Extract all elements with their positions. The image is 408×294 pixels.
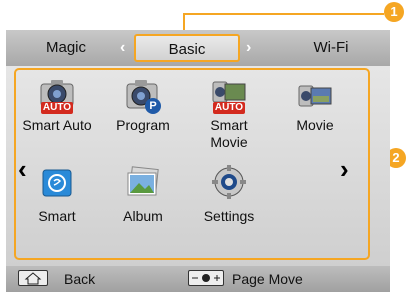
mode-grid-area: ‹ › AUTO Smart Auto P Program AUTO Smart…: [6, 66, 390, 266]
program-badge: P: [149, 100, 157, 112]
tab-next-icon[interactable]: ›: [246, 30, 251, 66]
mode-label: Smart Auto: [22, 117, 92, 133]
auto-badge: AUTO: [42, 102, 72, 113]
zoom-dial-icon[interactable]: [188, 270, 224, 286]
mode-program[interactable]: P Program: [98, 78, 188, 134]
album-icon: [125, 164, 161, 200]
camera-program-icon: P: [125, 78, 161, 114]
mode-settings[interactable]: Settings: [184, 164, 274, 225]
settings-gear-icon: [211, 164, 247, 200]
mode-label: Smart Movie: [210, 117, 248, 150]
mode-label: Smart: [38, 208, 76, 224]
next-page-icon[interactable]: ›: [340, 154, 349, 185]
mode-tab-bar: Magic ‹ Basic › Wi-Fi: [6, 30, 390, 66]
camera-screen: Magic ‹ Basic › Wi-Fi ‹ › AUTO Smart Aut…: [6, 30, 390, 292]
mode-album[interactable]: Album: [98, 164, 188, 225]
smart-scene-icon: [39, 164, 75, 200]
auto-badge: AUTO: [214, 102, 244, 113]
mode-smart[interactable]: Smart: [12, 164, 102, 225]
bottom-bar: Back Page Move: [6, 266, 390, 292]
tab-basic[interactable]: Basic: [134, 34, 240, 62]
camera-auto-icon: AUTO: [39, 78, 75, 114]
mode-smart-auto[interactable]: AUTO Smart Auto: [12, 78, 102, 134]
mode-label: Settings: [203, 208, 255, 224]
tab-magic[interactable]: Magic: [16, 30, 116, 66]
mode-smart-movie[interactable]: AUTO Smart Movie: [184, 78, 274, 151]
mode-label: Movie: [296, 117, 334, 133]
movie-auto-icon: AUTO: [211, 78, 247, 114]
page-move-label: Page Move: [232, 271, 303, 287]
mode-label: Album: [123, 208, 163, 224]
home-key-icon[interactable]: [18, 270, 48, 286]
tab-prev-icon[interactable]: ‹: [120, 30, 125, 66]
mode-movie[interactable]: Movie: [270, 78, 360, 134]
movie-camera-icon: [297, 78, 333, 114]
mode-label: Program: [116, 117, 170, 133]
tab-wifi[interactable]: Wi-Fi: [276, 30, 386, 66]
back-label: Back: [64, 271, 96, 287]
